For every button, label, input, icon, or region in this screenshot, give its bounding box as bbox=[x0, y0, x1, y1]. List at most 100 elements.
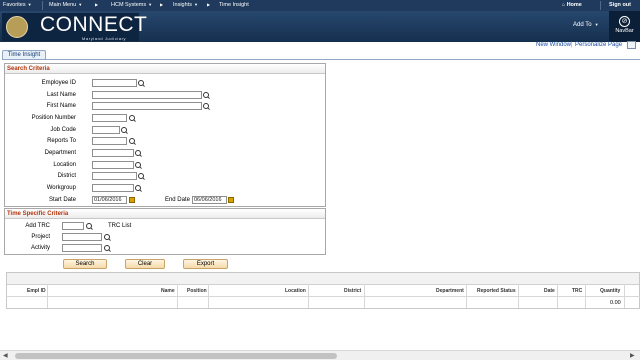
search-icon[interactable] bbox=[104, 245, 111, 252]
add-trc-field[interactable] bbox=[62, 222, 84, 230]
brand-name: CONNECT bbox=[40, 13, 148, 36]
column-header-name[interactable]: Name bbox=[161, 288, 175, 294]
calendar-icon[interactable] bbox=[228, 197, 234, 203]
search-icon[interactable] bbox=[203, 103, 210, 110]
end-date-field[interactable]: 06/06/2016 bbox=[192, 196, 227, 204]
column-header-district[interactable]: District bbox=[344, 288, 361, 294]
location-field[interactable] bbox=[92, 161, 134, 169]
breadcrumb-separator-icon: ▶ bbox=[207, 2, 211, 7]
new-window-link[interactable]: New Window bbox=[536, 42, 571, 48]
clear-button[interactable]: Clear bbox=[125, 259, 165, 269]
search-icon[interactable] bbox=[135, 150, 142, 157]
favorites-menu[interactable]: Favorites ▼ bbox=[3, 2, 32, 8]
search-icon[interactable] bbox=[104, 234, 111, 241]
last-name-field[interactable] bbox=[92, 91, 202, 99]
time-specific-criteria-title: Time Specific Criteria bbox=[5, 209, 325, 219]
end-date-label: End Date bbox=[164, 197, 190, 203]
reports-to-field[interactable] bbox=[92, 137, 127, 145]
job-code-label: Job Code bbox=[50, 127, 76, 133]
scroll-right-icon[interactable]: ▶ bbox=[630, 352, 635, 359]
department-label: Department bbox=[44, 150, 76, 156]
column-header-location[interactable]: Location bbox=[285, 288, 306, 294]
top-menu-bar: Favorites ▼ Main Menu ▼ ▶ HCM Systems ▼ ▶ I… bbox=[0, 0, 640, 11]
column-header-quantity[interactable]: Quantity bbox=[600, 288, 620, 294]
workgroup-label: Workgroup bbox=[46, 185, 76, 191]
search-icon[interactable] bbox=[203, 92, 210, 99]
horizontal-scrollbar[interactable]: ◀ ▶ bbox=[0, 350, 640, 360]
breadcrumb-separator-icon: ▶ bbox=[160, 2, 164, 7]
location-label: Location bbox=[53, 162, 76, 168]
employee-id-label: Employee ID bbox=[41, 80, 76, 86]
personalize-page-link[interactable]: Personalize Page bbox=[575, 42, 622, 48]
divider bbox=[600, 1, 601, 10]
brand-subtitle: Maryland Judiciary bbox=[82, 36, 127, 41]
main-menu[interactable]: Main Menu ▼ bbox=[49, 2, 82, 8]
grid-toolbar bbox=[7, 273, 639, 285]
district-field[interactable] bbox=[92, 172, 137, 180]
home-icon: ⌂ bbox=[562, 2, 566, 8]
search-icon[interactable] bbox=[138, 173, 145, 180]
time-specific-criteria-panel: Time Specific Criteria bbox=[4, 208, 326, 255]
search-icon[interactable] bbox=[86, 223, 93, 230]
search-icon[interactable] bbox=[129, 138, 136, 145]
column-header-empl-id[interactable]: Empl ID bbox=[27, 288, 46, 294]
scrollbar-thumb[interactable] bbox=[15, 353, 337, 359]
trc-list-label: TRC List bbox=[108, 223, 132, 229]
first-name-label: First Name bbox=[46, 103, 76, 109]
search-icon[interactable] bbox=[121, 127, 128, 134]
favorites-label: Favorites bbox=[3, 2, 26, 8]
position-number-field[interactable] bbox=[92, 114, 127, 122]
start-date-label: Start Date bbox=[48, 197, 76, 203]
search-icon[interactable] bbox=[135, 162, 142, 169]
search-criteria-title: Search Criteria bbox=[5, 64, 325, 74]
chevron-down-icon: ▼ bbox=[594, 22, 599, 27]
seal-icon bbox=[6, 16, 28, 38]
add-to-menu[interactable]: Add To ▼ bbox=[573, 22, 599, 28]
project-label: Project bbox=[31, 234, 50, 240]
main-menu-label: Main Menu bbox=[49, 2, 77, 8]
column-header-position[interactable]: Position bbox=[187, 288, 207, 294]
chevron-down-icon: ▼ bbox=[78, 2, 83, 7]
add-to-label: Add To bbox=[573, 22, 592, 28]
chevron-down-icon: ▼ bbox=[148, 2, 153, 7]
department-field[interactable] bbox=[92, 149, 134, 157]
search-icon[interactable] bbox=[135, 185, 142, 192]
breadcrumb-label: Insights bbox=[173, 2, 192, 8]
sign-out-link[interactable]: Sign out bbox=[609, 2, 631, 8]
search-button[interactable]: Search bbox=[63, 259, 107, 269]
home-label: Home bbox=[566, 2, 582, 8]
column-header-date[interactable]: Date bbox=[544, 288, 555, 294]
tab-divider bbox=[2, 59, 640, 60]
chevron-down-icon: ▼ bbox=[27, 2, 32, 7]
scroll-left-icon[interactable]: ◀ bbox=[3, 352, 8, 359]
employee-id-field[interactable] bbox=[92, 79, 137, 87]
breadcrumb-time-insight[interactable]: Time Insight bbox=[219, 2, 249, 8]
help-icon[interactable] bbox=[627, 41, 636, 49]
reports-to-label: Reports To bbox=[47, 138, 76, 144]
grid-header-divider bbox=[6, 296, 640, 297]
quantity-cell: 0.00 bbox=[610, 300, 621, 306]
divider bbox=[42, 1, 43, 10]
first-name-field[interactable] bbox=[92, 102, 202, 110]
export-button[interactable]: Export bbox=[183, 259, 228, 269]
breadcrumb-insights[interactable]: Insights ▼ bbox=[173, 2, 198, 8]
project-field[interactable] bbox=[62, 233, 102, 241]
column-header-department[interactable]: Department bbox=[436, 288, 464, 294]
position-number-label: Position Number bbox=[31, 115, 76, 121]
last-name-label: Last Name bbox=[46, 92, 76, 98]
start-date-field[interactable]: 01/06/2016 bbox=[92, 196, 127, 204]
column-header-reported-status[interactable]: Reported Status bbox=[477, 288, 516, 294]
column-header-trc[interactable]: TRC bbox=[572, 288, 582, 294]
home-link[interactable]: ⌂ Home bbox=[562, 2, 582, 8]
header-banner: CONNECT Maryland Judiciary bbox=[0, 11, 640, 42]
navbar-button[interactable]: ⊘ NavBar bbox=[609, 11, 640, 42]
breadcrumb-hcm-systems[interactable]: HCM Systems ▼ bbox=[111, 2, 152, 8]
activity-field[interactable] bbox=[62, 244, 102, 252]
job-code-field[interactable] bbox=[92, 126, 120, 134]
calendar-icon[interactable] bbox=[129, 197, 135, 203]
workgroup-field[interactable] bbox=[92, 184, 134, 192]
breadcrumb-label: HCM Systems bbox=[111, 2, 147, 8]
search-icon[interactable] bbox=[138, 80, 145, 87]
compass-icon: ⊘ bbox=[619, 16, 630, 27]
search-icon[interactable] bbox=[129, 115, 136, 122]
